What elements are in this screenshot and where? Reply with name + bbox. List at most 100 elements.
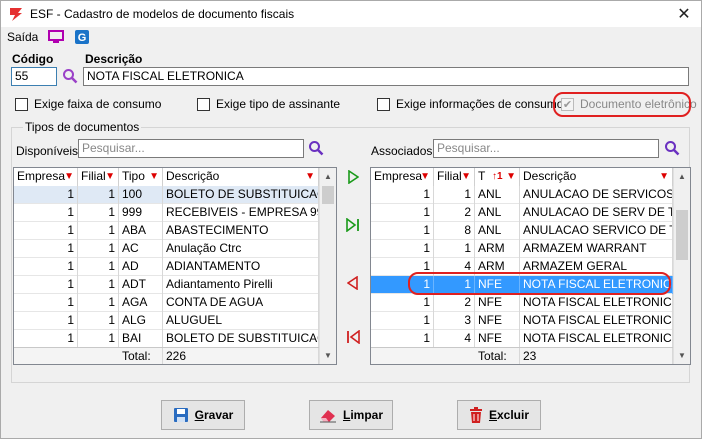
table-row[interactable]: 1 1 BAI BOLETO DE SUBSTITUICAO	[14, 330, 319, 348]
app-g-icon[interactable]: G	[74, 29, 90, 45]
eraser-icon	[319, 410, 336, 423]
vertical-scrollbar[interactable]: ▲ ▼	[319, 168, 336, 364]
exige-informacoes-checkbox[interactable]: Exige informações de consumo	[377, 97, 563, 111]
table-row[interactable]: 1 1 AGA CONTA DE AGUA	[14, 294, 319, 312]
table-cell: NOTA FISCAL ELETRONIC...	[520, 330, 673, 348]
table-cell: 100	[119, 186, 163, 204]
checkbox-box[interactable]	[377, 97, 390, 111]
checkbox-box[interactable]	[15, 97, 28, 111]
table-row[interactable]: 1 1 ADT Adiantamento Pirelli	[14, 276, 319, 294]
table-row[interactable]: 1 1 999 RECEBIVEIS - EMPRESA 999	[14, 204, 319, 222]
table-row[interactable]: 1 1 AD ADIANTAMENTO	[14, 258, 319, 276]
group-title: Tipos de documentos	[23, 120, 142, 134]
table-row[interactable]: 1 1 ARM ARMAZEM WARRANT	[371, 240, 673, 258]
table-cell: ABA	[119, 222, 163, 240]
monitor-icon[interactable]	[48, 30, 65, 44]
close-icon[interactable]: ✕	[667, 1, 701, 27]
descricao-input[interactable]: NOTA FISCAL ELETRONICA	[83, 67, 689, 86]
table-cell: 1	[78, 276, 119, 294]
table-row[interactable]: 1 1 AC Anulação Ctrc	[14, 240, 319, 258]
header-tipo[interactable]: T ↑1 ▼	[475, 168, 520, 186]
header-filial[interactable]: Filial ▼	[434, 168, 475, 186]
checkbox-label: Exige informações de consumo	[396, 97, 564, 111]
table-cell: NFE	[475, 330, 520, 348]
search-icon[interactable]	[307, 139, 325, 157]
table-cell: ABASTECIMENTO	[163, 222, 319, 240]
checkbox-box[interactable]	[197, 97, 210, 111]
table-cell: 1	[78, 294, 119, 312]
total-label: Total:	[119, 348, 163, 364]
table-cell: 2	[434, 294, 475, 312]
trash-icon	[469, 407, 482, 423]
move-right-icon[interactable]	[343, 167, 363, 187]
scroll-thumb	[676, 210, 688, 260]
table-cell: 1	[14, 276, 78, 294]
associados-grid[interactable]: Empresa ▼ Filial ▼ T ↑1 ▼ Descrição ▼ 1 1 ANL AN…	[370, 167, 691, 365]
table-row[interactable]: 1 2 ANL ANULACAO DE SERV DE T...	[371, 204, 673, 222]
table-cell: ADT	[119, 276, 163, 294]
table-cell: 1	[78, 258, 119, 276]
table-cell: NOTA FISCAL ELETRONIC...	[520, 312, 673, 330]
filter-icon: ▼	[461, 171, 471, 182]
move-left-icon[interactable]	[343, 273, 363, 293]
table-cell: NFE	[475, 312, 520, 330]
highlight-ring	[553, 92, 691, 117]
table-cell: 1	[78, 204, 119, 222]
table-row[interactable]: 1 8 ANL ANULACAO SERVICO DE T...	[371, 222, 673, 240]
table-cell: ADIANTAMENTO	[163, 258, 319, 276]
move-all-right-icon[interactable]	[343, 215, 363, 235]
table-row[interactable]: 1 2 NFE NOTA FISCAL ELETRONIC...	[371, 294, 673, 312]
header-empresa[interactable]: Empresa ▼	[371, 168, 434, 186]
filter-icon: ▼	[64, 171, 74, 182]
header-descricao[interactable]: Descrição ▼	[163, 168, 319, 186]
table-cell: 1	[78, 312, 119, 330]
table-cell: 1	[371, 330, 434, 348]
disponiveis-search-input[interactable]: Pesquisar...	[78, 139, 304, 158]
header-descricao[interactable]: Descrição ▼	[520, 168, 673, 186]
scroll-thumb	[322, 186, 334, 204]
table-cell: AGA	[119, 294, 163, 312]
vertical-scrollbar[interactable]: ▲ ▼	[673, 168, 690, 364]
associados-label: Associados	[371, 144, 433, 158]
table-cell: 1	[371, 312, 434, 330]
table-cell: AC	[119, 240, 163, 258]
checkbox-label: Exige faixa de consumo	[34, 97, 162, 111]
exige-assinante-checkbox[interactable]: Exige tipo de assinante	[197, 97, 340, 111]
gravar-button[interactable]: Gravar	[161, 400, 245, 430]
table-row[interactable]: 1 1 ABA ABASTECIMENTO	[14, 222, 319, 240]
header-tipo[interactable]: Tipo ▼	[119, 168, 163, 186]
header-filial[interactable]: Filial ▼	[78, 168, 119, 186]
table-row[interactable]: 1 1 ANL ANULACAO DE SERVICOS ...	[371, 186, 673, 204]
scroll-up-icon: ▲	[678, 172, 686, 181]
table-row[interactable]: 1 1 100 BOLETO DE SUBSTITUICAO	[14, 186, 319, 204]
move-all-left-icon[interactable]	[343, 327, 363, 347]
associados-search-input[interactable]: Pesquisar...	[433, 139, 659, 158]
table-cell: 4	[434, 330, 475, 348]
table-cell: 8	[434, 222, 475, 240]
header-empresa[interactable]: Empresa ▼	[14, 168, 78, 186]
table-cell: 1	[371, 240, 434, 258]
table-cell: 1	[371, 294, 434, 312]
menu-saida[interactable]: Saída	[7, 30, 38, 44]
scroll-down-icon: ▼	[324, 351, 332, 360]
table-row[interactable]: 1 1 ALG ALUGUEL	[14, 312, 319, 330]
descricao-label: Descrição	[85, 52, 143, 66]
table-row[interactable]: 1 4 NFE NOTA FISCAL ELETRONIC...	[371, 330, 673, 348]
search-icon[interactable]	[663, 139, 681, 157]
table-cell: 1	[78, 222, 119, 240]
filter-icon: ▼	[105, 171, 115, 182]
scroll-down-icon: ▼	[678, 351, 686, 360]
codigo-input[interactable]: 55	[11, 67, 57, 86]
exige-faixa-checkbox[interactable]: Exige faixa de consumo	[15, 97, 161, 111]
table-cell: 1	[78, 330, 119, 348]
table-cell: NFE	[475, 294, 520, 312]
disponiveis-grid[interactable]: Empresa ▼ Filial ▼ Tipo ▼ Descrição ▼ 1 1 100 B…	[13, 167, 337, 365]
grid-header: Empresa ▼ Filial ▼ T ↑1 ▼ Descrição ▼	[371, 168, 673, 186]
excluir-button[interactable]: Excluir	[457, 400, 541, 430]
table-row[interactable]: 1 3 NFE NOTA FISCAL ELETRONIC...	[371, 312, 673, 330]
limpar-button[interactable]: Limpar	[309, 400, 393, 430]
grid-footer: Total: 226	[14, 347, 319, 364]
search-icon[interactable]	[61, 67, 79, 85]
table-cell: ANULACAO SERVICO DE T...	[520, 222, 673, 240]
window-title: ESF - Cadastro de modelos de documento f…	[30, 7, 295, 21]
